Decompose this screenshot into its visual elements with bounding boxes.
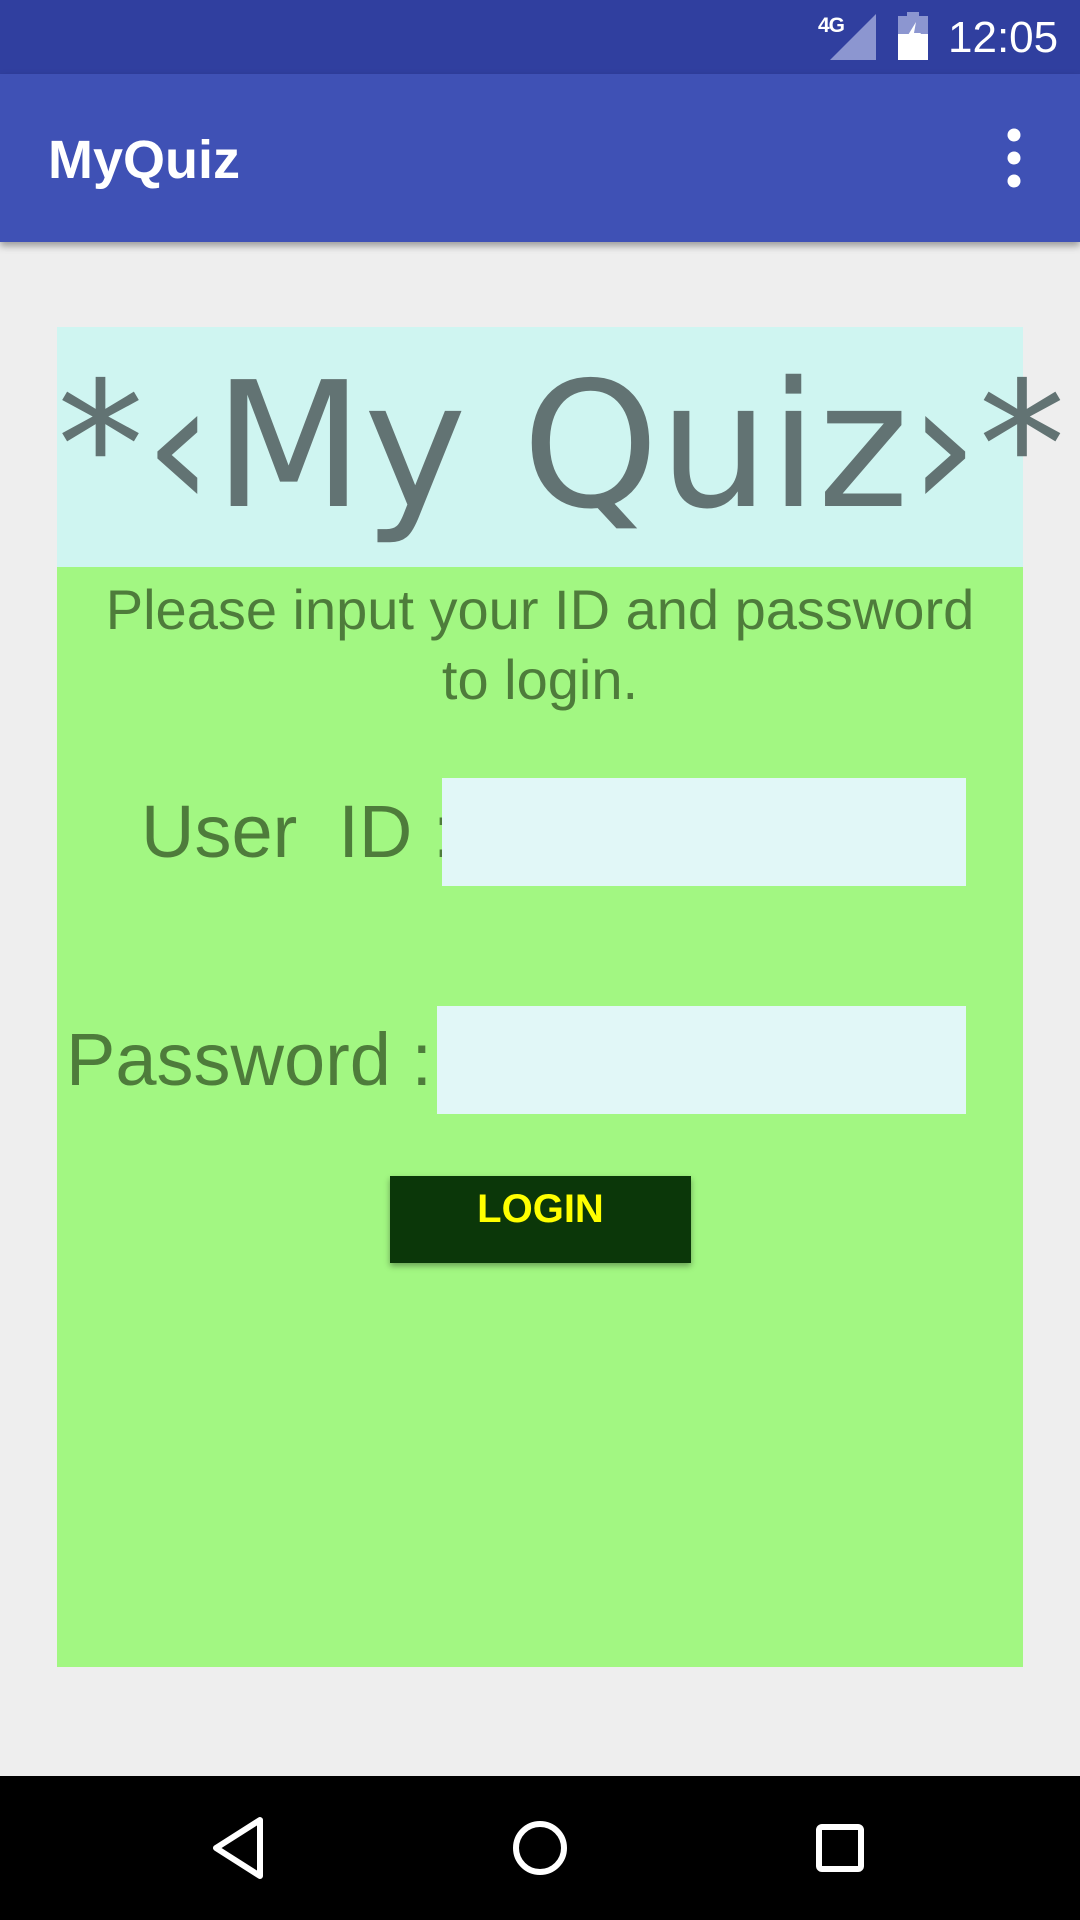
quiz-title: *‹My Quiz›* <box>57 345 1066 548</box>
user-id-label: User ID : <box>141 790 454 873</box>
app-title: MyQuiz <box>48 130 241 190</box>
navigation-bar <box>0 1776 1080 1920</box>
status-bar: 4G 12:05 <box>0 0 1080 74</box>
quiz-header-band: *‹My Quiz›* <box>57 327 1066 567</box>
battery-charging-icon <box>898 12 928 60</box>
app-bar: MyQuiz <box>0 74 1080 242</box>
instruction-line-1: Please input your ID and password <box>105 578 975 641</box>
home-icon <box>513 1821 567 1875</box>
overflow-menu-button[interactable] <box>990 126 1038 190</box>
signal-icon <box>830 14 876 60</box>
status-time: 12:05 <box>948 13 1059 62</box>
more-vert-icon <box>1007 128 1021 188</box>
login-instruction: Please input your ID and password to log… <box>57 575 1023 715</box>
instruction-line-2: to login. <box>441 648 639 711</box>
user-id-input[interactable] <box>442 778 966 886</box>
login-button[interactable]: LOGIN <box>390 1176 691 1263</box>
login-card: *‹My Quiz›* Please input your ID and pas… <box>57 327 1066 1667</box>
recents-icon <box>816 1824 864 1872</box>
back-icon <box>213 1817 263 1879</box>
back-button[interactable] <box>204 1812 276 1884</box>
password-input[interactable] <box>437 1006 966 1114</box>
password-label: Password : <box>66 1018 433 1101</box>
recents-button[interactable] <box>804 1812 876 1884</box>
home-button[interactable] <box>504 1812 576 1884</box>
